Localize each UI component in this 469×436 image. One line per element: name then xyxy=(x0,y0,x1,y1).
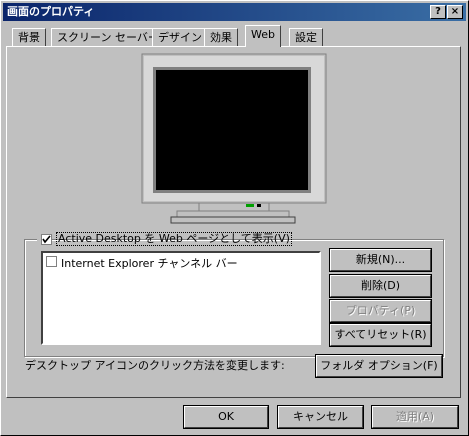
help-button[interactable]: ? xyxy=(430,5,446,19)
tab-web[interactable]: Web xyxy=(245,25,281,47)
delete-button-label: 削除(D) xyxy=(360,279,401,292)
tab-design[interactable]: デザイン xyxy=(152,28,208,47)
folder-options-button[interactable]: フォルダ オプション(F) xyxy=(315,354,443,378)
list-item-checkbox[interactable] xyxy=(46,256,57,267)
tab-background[interactable]: 背景 xyxy=(12,28,46,47)
list-item-label: Internet Explorer チャンネル バー xyxy=(61,257,238,270)
delete-button[interactable]: 削除(D) xyxy=(329,274,432,298)
properties-button-label: プロパティ(P) xyxy=(345,304,416,317)
active-desktop-label: Active Desktop を Web ページとして表示(V) xyxy=(56,232,292,246)
tab-settings[interactable]: 設定 xyxy=(289,28,323,47)
tab-effects[interactable]: 効果 xyxy=(204,28,238,47)
dialog-window: 画面のプロパティ ? × 背景 スクリーン セーバー デザイン 効果 Web 設… xyxy=(0,0,469,436)
window-title: 画面のプロパティ xyxy=(7,5,95,18)
new-button[interactable]: 新規(N)... xyxy=(329,248,432,272)
cancel-button[interactable]: キャンセル xyxy=(277,405,364,429)
folder-options-label: フォルダ オプション(F) xyxy=(320,359,438,372)
checkmark-icon xyxy=(42,235,51,244)
list-item[interactable]: Internet Explorer チャンネル バー xyxy=(46,255,238,270)
active-desktop-checkbox-row[interactable]: Active Desktop を Web ページとして表示(V) xyxy=(37,232,292,246)
close-button[interactable]: × xyxy=(447,5,463,19)
monitor-preview-icon xyxy=(141,53,327,224)
active-desktop-checkbox[interactable] xyxy=(41,234,52,245)
desktop-items-list[interactable]: Internet Explorer チャンネル バー xyxy=(41,251,321,345)
tab-screensaver[interactable]: スクリーン セーバー xyxy=(51,28,165,47)
new-button-label: 新規(N)... xyxy=(355,253,406,266)
ok-button[interactable]: OK xyxy=(183,405,269,429)
cancel-button-label: キャンセル xyxy=(293,410,348,423)
ok-button-label: OK xyxy=(218,410,234,423)
title-bar[interactable]: 画面のプロパティ ? × xyxy=(3,3,466,21)
reset-all-button-label: すべてリセット(R) xyxy=(334,328,427,341)
description-text: デスクトップ アイコンのクリック方法を変更します: xyxy=(25,359,285,372)
apply-button-label: 適用(A) xyxy=(395,410,435,423)
properties-button[interactable]: プロパティ(P) xyxy=(329,299,432,323)
reset-all-button[interactable]: すべてリセット(R) xyxy=(329,323,432,347)
apply-button[interactable]: 適用(A) xyxy=(371,405,459,429)
